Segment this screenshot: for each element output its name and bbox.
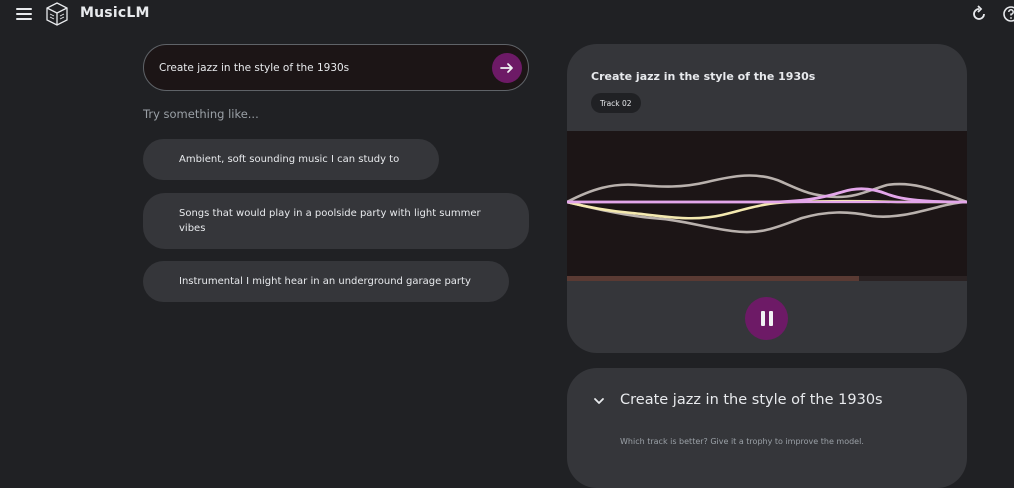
app-title: MusicLM [80,5,150,21]
waveform-graphic [567,174,967,234]
suggestion-label: Songs that would play in a poolside part… [179,208,481,234]
pause-icon [759,311,775,326]
top-bar: MusicLM [0,0,1014,28]
suggestion-chip[interactable]: Instrumental I might hear in an undergro… [143,261,509,302]
suggestion-chip[interactable]: Songs that would play in a poolside part… [143,193,529,249]
prompt-box [143,44,529,91]
suggestion-chip[interactable]: Ambient, soft sounding music I can study… [143,139,439,180]
refresh-icon[interactable] [970,5,988,23]
progress-fill [567,276,859,281]
chevron-down-icon[interactable] [593,395,605,407]
player-card: Create jazz in the style of the 1930s Tr… [567,44,967,353]
pause-button[interactable] [745,297,788,340]
compare-hint: Which track is better? Give it a trophy … [620,437,864,446]
menu-icon[interactable] [16,6,34,22]
help-icon[interactable] [1002,5,1014,23]
compare-card: Create jazz in the style of the 1930s Wh… [567,368,967,488]
progress-bar[interactable] [567,276,967,281]
suggestion-label: Instrumental I might hear in an undergro… [179,276,471,287]
suggestions-heading: Try something like... [143,107,259,121]
player-title: Create jazz in the style of the 1930s [591,70,816,83]
prompt-input[interactable] [157,57,477,79]
send-button[interactable] [492,53,522,83]
suggestion-label: Ambient, soft sounding music I can study… [179,154,400,165]
track-badge: Track 02 [591,93,641,113]
cube-logo-icon [46,2,68,26]
compare-title: Create jazz in the style of the 1930s [620,392,883,408]
waveform-visualizer[interactable] [567,131,967,281]
arrow-right-icon [500,63,513,73]
